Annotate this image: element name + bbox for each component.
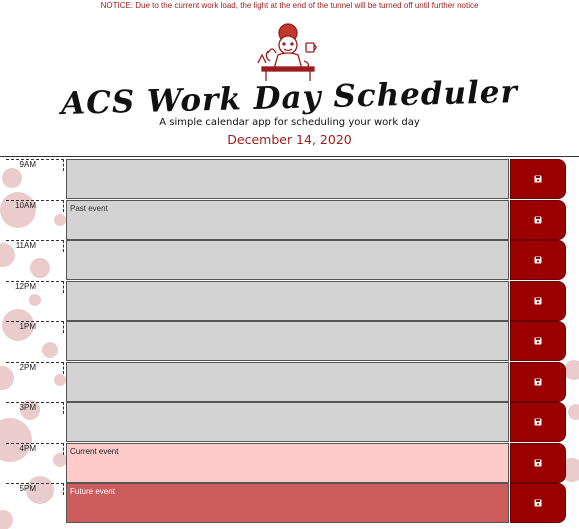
current-date: December 14, 2020 bbox=[227, 132, 352, 147]
event-textarea[interactable] bbox=[66, 321, 509, 361]
hour-label: 11AM bbox=[6, 240, 64, 252]
event-textarea[interactable]: Future event bbox=[66, 483, 509, 523]
save-button[interactable] bbox=[510, 483, 566, 523]
hour-label: 12PM bbox=[6, 281, 64, 293]
save-button[interactable] bbox=[510, 362, 566, 402]
app-subtitle: A simple calendar app for scheduling you… bbox=[159, 117, 420, 128]
event-textarea[interactable] bbox=[66, 402, 509, 442]
floppy-disk-icon bbox=[534, 418, 542, 426]
header-divider bbox=[0, 156, 579, 157]
save-button[interactable] bbox=[510, 321, 566, 361]
hour-label: 2PM bbox=[6, 362, 64, 374]
floppy-disk-icon bbox=[534, 297, 542, 305]
floppy-disk-icon bbox=[534, 378, 542, 386]
event-textarea[interactable] bbox=[66, 362, 509, 402]
save-button[interactable] bbox=[510, 443, 566, 483]
mascot-logo bbox=[257, 23, 317, 81]
floppy-disk-icon bbox=[534, 175, 542, 183]
app-title: ACS Work Day Scheduler bbox=[60, 74, 519, 122]
hour-label: 5PM bbox=[6, 483, 64, 495]
hour-label: 3PM bbox=[6, 402, 64, 414]
floppy-disk-icon bbox=[534, 216, 542, 224]
notice-banner: NOTICE: Due to the current work load, th… bbox=[100, 1, 479, 10]
hour-label: 9AM bbox=[6, 159, 64, 171]
save-button[interactable] bbox=[510, 159, 566, 199]
hour-label: 4PM bbox=[6, 443, 64, 455]
floppy-disk-icon bbox=[534, 256, 542, 264]
floppy-disk-icon bbox=[534, 459, 542, 467]
event-textarea[interactable] bbox=[66, 159, 509, 199]
floppy-disk-icon bbox=[534, 499, 542, 507]
event-textarea[interactable] bbox=[66, 240, 509, 280]
hour-label: 10AM bbox=[6, 200, 64, 212]
event-textarea[interactable]: Current event bbox=[66, 443, 509, 483]
floppy-disk-icon bbox=[534, 337, 542, 345]
hour-label: 1PM bbox=[6, 321, 64, 333]
save-button[interactable] bbox=[510, 281, 566, 321]
save-button[interactable] bbox=[510, 402, 566, 442]
save-button[interactable] bbox=[510, 200, 566, 240]
event-textarea[interactable]: Past event bbox=[66, 200, 509, 240]
save-button[interactable] bbox=[510, 240, 566, 280]
event-textarea[interactable] bbox=[66, 281, 509, 321]
